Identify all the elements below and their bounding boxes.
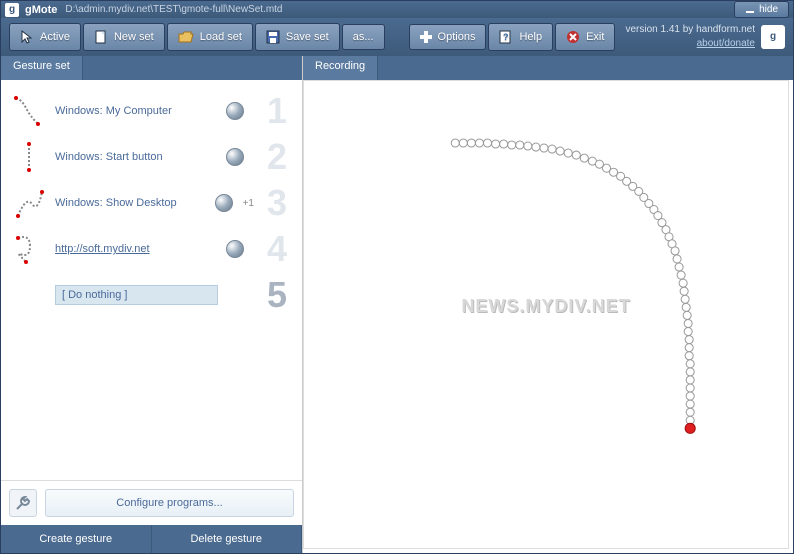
configure-area: Configure programs...: [1, 480, 302, 525]
titlebar: g gMote D:\admin.mydiv.net\TEST\gmote-fu…: [1, 1, 793, 18]
close-icon: [566, 30, 580, 44]
gesture-number: 1: [262, 90, 292, 132]
new-set-label: New set: [114, 31, 154, 43]
hide-button[interactable]: hide: [734, 1, 789, 18]
svg-text:?: ?: [503, 32, 509, 42]
gesture-row-3[interactable]: Windows: Show Desktop +1 3: [11, 180, 292, 226]
gesture-thumb-icon: [11, 231, 47, 267]
save-set-button[interactable]: Save set: [255, 23, 340, 51]
save-icon: [266, 30, 280, 44]
load-set-button[interactable]: Load set: [167, 23, 253, 51]
gesture-number: 4: [262, 228, 292, 270]
toolbar: Active New set Load set Save set as... O…: [1, 18, 793, 56]
folder-open-icon: [178, 30, 194, 44]
gesture-thumb-icon: [11, 139, 47, 175]
help-label: Help: [519, 31, 542, 43]
gesture-label: Windows: My Computer: [55, 105, 218, 117]
gesture-label: Windows: Start button: [55, 151, 218, 163]
hide-label: hide: [759, 4, 778, 15]
gesture-label-link[interactable]: http://soft.mydiv.net: [55, 243, 218, 255]
bottom-buttons: Create gesture Delete gesture: [1, 525, 302, 553]
cursor-icon: [20, 30, 34, 44]
gesture-label-selected: [ Do nothing ]: [55, 285, 218, 305]
gesture-row-5[interactable]: [ Do nothing ] 5: [11, 272, 292, 318]
delete-gesture-button[interactable]: Delete gesture: [152, 525, 303, 553]
app-logo-icon: g: [5, 3, 19, 17]
gesture-action-button[interactable]: [226, 240, 244, 258]
options-label: Options: [438, 31, 476, 43]
app-name: gMote: [25, 4, 57, 16]
minimize-icon: [745, 5, 755, 15]
right-tab-header: Recording: [303, 56, 793, 80]
save-set-label: Save set: [286, 31, 329, 43]
active-button[interactable]: Active: [9, 23, 81, 51]
active-label: Active: [40, 31, 70, 43]
left-pane: Gesture set Windows: My Computer 1 Windo…: [1, 56, 303, 553]
app-window: g gMote D:\admin.mydiv.net\TEST\gmote-fu…: [0, 0, 794, 554]
toolbar-right: version 1.41 by handform.net about/donat…: [625, 23, 785, 51]
plus-icon: [420, 31, 432, 43]
watermark-text: NEWS.MYDIV.NET: [461, 296, 630, 317]
exit-button[interactable]: Exit: [555, 23, 615, 51]
recording-canvas[interactable]: NEWS.MYDIV.NET: [303, 80, 789, 549]
gesture-action-button[interactable]: [226, 102, 244, 120]
about-link[interactable]: about/donate: [697, 38, 755, 49]
gesture-action-button[interactable]: [226, 148, 244, 166]
save-as-button[interactable]: as...: [342, 24, 385, 50]
options-button[interactable]: Options: [409, 24, 487, 50]
gesture-thumb-icon: [11, 185, 47, 221]
configure-programs-button[interactable]: Configure programs...: [45, 489, 294, 517]
gesture-number: 2: [262, 136, 292, 178]
gesture-list: Windows: My Computer 1 Windows: Start bu…: [1, 80, 302, 480]
wrench-icon: [15, 495, 31, 511]
help-button[interactable]: ? Help: [488, 23, 553, 51]
brand-logo-icon: g: [761, 25, 785, 49]
gesture-number: 5: [262, 274, 292, 316]
content-area: Gesture set Windows: My Computer 1 Windo…: [1, 56, 793, 553]
document-icon: [94, 30, 108, 44]
gesture-number: 3: [262, 182, 292, 224]
gesture-thumb-icon: [11, 93, 47, 129]
gesture-extra: +1: [243, 198, 254, 209]
gesture-label: Windows: Show Desktop: [55, 197, 207, 209]
tab-recording[interactable]: Recording: [303, 56, 378, 80]
tab-gesture-set[interactable]: Gesture set: [1, 56, 83, 80]
version-text: version 1.41 by handform.net: [625, 23, 755, 37]
file-path: D:\admin.mydiv.net\TEST\gmote-full\NewSe…: [65, 4, 734, 15]
gesture-row-4[interactable]: http://soft.mydiv.net 4: [11, 226, 292, 272]
new-set-button[interactable]: New set: [83, 23, 165, 51]
exit-label: Exit: [586, 31, 604, 43]
left-tab-header: Gesture set: [1, 56, 302, 80]
gesture-row-2[interactable]: Windows: Start button 2: [11, 134, 292, 180]
help-icon: ?: [499, 30, 513, 44]
gesture-endpoint-icon: [685, 423, 695, 433]
right-pane: Recording NEWS.MYDIV.NET: [303, 56, 793, 553]
gesture-row-1[interactable]: Windows: My Computer 1: [11, 88, 292, 134]
gesture-thumb-icon: [11, 277, 47, 313]
gesture-action-button[interactable]: [215, 194, 233, 212]
wrench-button[interactable]: [9, 489, 37, 517]
save-as-label: as...: [353, 31, 374, 43]
create-gesture-button[interactable]: Create gesture: [1, 525, 152, 553]
load-set-label: Load set: [200, 31, 242, 43]
